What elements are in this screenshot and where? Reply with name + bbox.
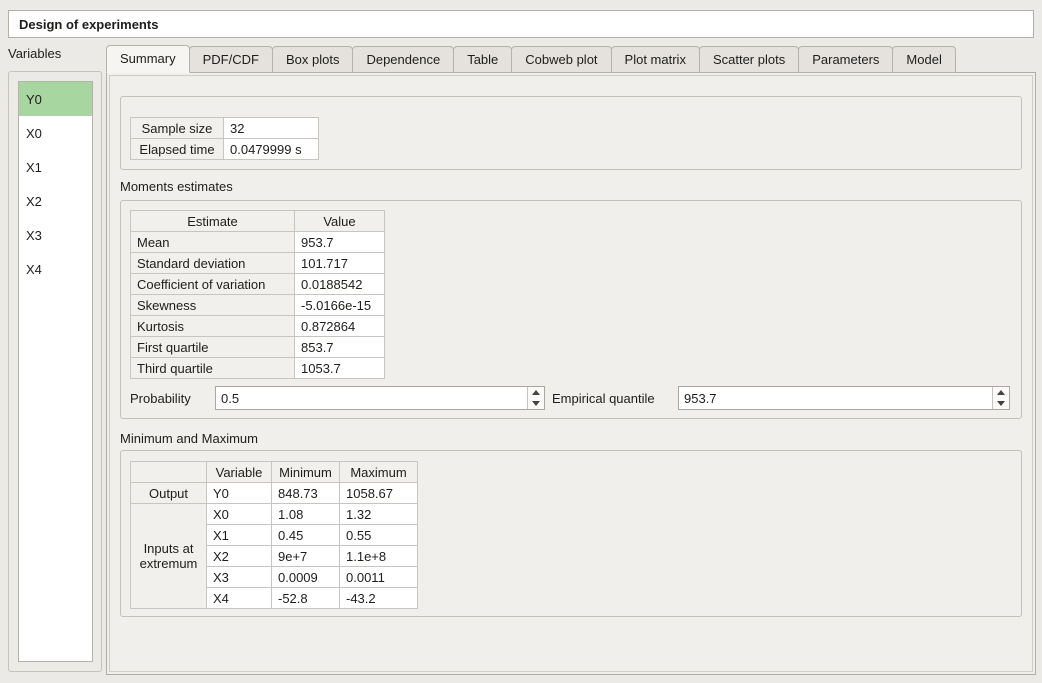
page-title-text: Design of experiments xyxy=(19,17,158,32)
table-cell: 0.0011 xyxy=(340,567,418,588)
table-cell: -52.8 xyxy=(272,588,340,609)
minmax-table: Variable Minimum Maximum Output Y0 848.7… xyxy=(130,461,418,609)
tab-dependence[interactable]: Dependence xyxy=(352,46,454,73)
sample-size-header-cell: Sample size xyxy=(131,118,224,139)
maximum-column-header: Maximum xyxy=(340,462,418,483)
tab-box-plots[interactable]: Box plots xyxy=(272,46,353,73)
spin-up-icon[interactable] xyxy=(993,387,1009,398)
table-cell: 1.08 xyxy=(272,504,340,525)
design-of-experiments-window: { "window": { "title": "Design of experi… xyxy=(0,0,1042,683)
variables-list[interactable]: Y0 X0 X1 X2 X3 X4 xyxy=(18,81,93,662)
sample-size-value-cell: 32 xyxy=(224,118,319,139)
value-column-header: Value xyxy=(295,211,385,232)
elapsed-time-header-cell: Elapsed time xyxy=(131,139,224,160)
table-cell: X2 xyxy=(207,546,272,567)
tab-table[interactable]: Table xyxy=(453,46,512,73)
tab-plot-matrix[interactable]: Plot matrix xyxy=(611,46,700,73)
table-cell: Standard deviation xyxy=(131,253,295,274)
table-cell: X4 xyxy=(207,588,272,609)
table-row: Third quartile 1053.7 xyxy=(131,358,385,379)
variable-item-x4[interactable]: X4 xyxy=(19,252,92,286)
table-cell: Y0 xyxy=(207,483,272,504)
moments-estimates-label: Moments estimates xyxy=(120,179,233,194)
inputs-at-extremum-row-header: Inputs at extremum xyxy=(131,504,207,609)
table-cell: Third quartile xyxy=(131,358,295,379)
estimate-column-header: Estimate xyxy=(131,211,295,232)
spin-down-icon[interactable] xyxy=(528,398,544,409)
variable-item-x0[interactable]: X0 xyxy=(19,116,92,150)
table-cell: 1058.67 xyxy=(340,483,418,504)
sample-info-table: Sample size 32 Elapsed time 0.0479999 s xyxy=(130,117,319,160)
table-cell: Mean xyxy=(131,232,295,253)
table-cell: Skewness xyxy=(131,295,295,316)
variable-item-x1[interactable]: X1 xyxy=(19,150,92,184)
table-cell: 953.7 xyxy=(295,232,385,253)
table-cell: 101.717 xyxy=(295,253,385,274)
table-cell: First quartile xyxy=(131,337,295,358)
table-row: Coefficient of variation 0.0188542 xyxy=(131,274,385,295)
table-cell: -43.2 xyxy=(340,588,418,609)
probability-spin-buttons xyxy=(527,387,544,409)
table-cell: 853.7 xyxy=(295,337,385,358)
table-row: Standard deviation 101.717 xyxy=(131,253,385,274)
table-row: Skewness -5.0166e-15 xyxy=(131,295,385,316)
table-row: Output Y0 848.73 1058.67 xyxy=(131,483,418,504)
tab-pdf-cdf[interactable]: PDF/CDF xyxy=(189,46,273,73)
table-cell: 9e+7 xyxy=(272,546,340,567)
table-cell: Kurtosis xyxy=(131,316,295,337)
elapsed-time-value-cell: 0.0479999 s xyxy=(224,139,319,160)
table-cell: 0.0009 xyxy=(272,567,340,588)
table-cell: 1.1e+8 xyxy=(340,546,418,567)
table-row: Kurtosis 0.872864 xyxy=(131,316,385,337)
output-row-header: Output xyxy=(131,483,207,504)
probability-spinbox[interactable] xyxy=(215,386,545,410)
variable-column-header: Variable xyxy=(207,462,272,483)
table-cell: X3 xyxy=(207,567,272,588)
table-cell: 1.32 xyxy=(340,504,418,525)
empirical-quantile-label: Empirical quantile xyxy=(552,391,655,406)
table-row: Variable Minimum Maximum xyxy=(131,462,418,483)
table-row: Inputs at extremum X0 1.08 1.32 xyxy=(131,504,418,525)
variable-item-x3[interactable]: X3 xyxy=(19,218,92,252)
table-cell: -5.0166e-15 xyxy=(295,295,385,316)
table-row: Mean 953.7 xyxy=(131,232,385,253)
corner-header-cell xyxy=(131,462,207,483)
table-cell: 1053.7 xyxy=(295,358,385,379)
table-cell: X1 xyxy=(207,525,272,546)
tab-parameters[interactable]: Parameters xyxy=(798,46,893,73)
moments-table: Estimate Value Mean 953.7 Standard devia… xyxy=(130,210,385,379)
minmax-label: Minimum and Maximum xyxy=(120,431,258,446)
minimum-column-header: Minimum xyxy=(272,462,340,483)
variable-item-y0[interactable]: Y0 xyxy=(19,82,92,116)
table-cell: 0.55 xyxy=(340,525,418,546)
tab-summary[interactable]: Summary xyxy=(106,45,190,73)
tab-model[interactable]: Model xyxy=(892,46,955,73)
tab-bar: Summary PDF/CDF Box plots Dependence Tab… xyxy=(106,45,956,73)
table-row: First quartile 853.7 xyxy=(131,337,385,358)
table-row: Sample size 32 xyxy=(131,118,319,139)
spin-down-icon[interactable] xyxy=(993,398,1009,409)
tab-scatter-plots[interactable]: Scatter plots xyxy=(699,46,799,73)
table-cell: 0.45 xyxy=(272,525,340,546)
variable-item-x2[interactable]: X2 xyxy=(19,184,92,218)
quantile-spin-buttons xyxy=(992,387,1009,409)
table-row: Estimate Value xyxy=(131,211,385,232)
probability-input[interactable] xyxy=(216,387,527,409)
variables-label: Variables xyxy=(8,46,61,61)
table-cell: 848.73 xyxy=(272,483,340,504)
tab-cobweb-plot[interactable]: Cobweb plot xyxy=(511,46,611,73)
table-cell: Coefficient of variation xyxy=(131,274,295,295)
spin-up-icon[interactable] xyxy=(528,387,544,398)
table-cell: 0.872864 xyxy=(295,316,385,337)
empirical-quantile-spinbox[interactable] xyxy=(678,386,1010,410)
table-row: Elapsed time 0.0479999 s xyxy=(131,139,319,160)
probability-label: Probability xyxy=(130,391,191,406)
page-title: Design of experiments xyxy=(8,10,1034,38)
table-cell: X0 xyxy=(207,504,272,525)
table-cell: 0.0188542 xyxy=(295,274,385,295)
empirical-quantile-input[interactable] xyxy=(679,387,992,409)
